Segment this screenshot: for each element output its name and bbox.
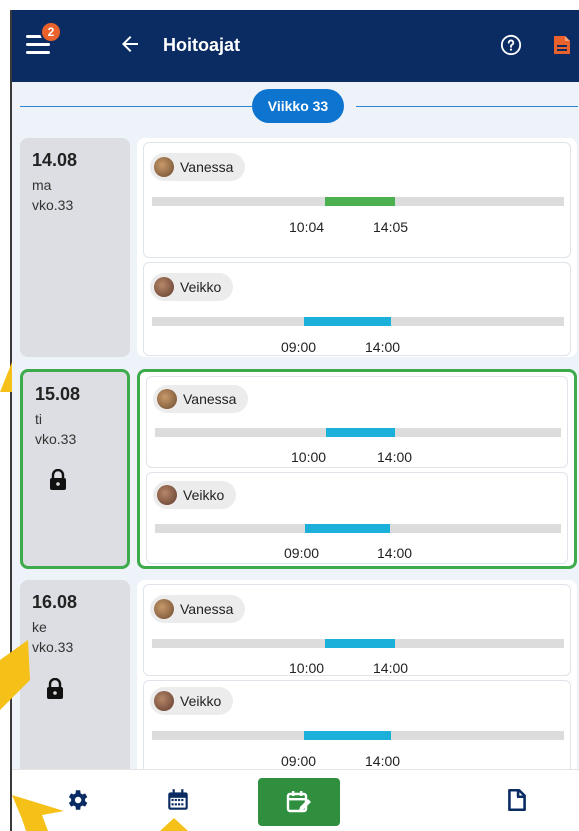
app-frame: 2 Hoitoajat Viikko 33 14.08 ma vko.33 Va…: [10, 10, 579, 831]
end-time: 14:00: [373, 660, 409, 676]
person-chip[interactable]: Veikko: [150, 687, 234, 715]
end-time: 14:00: [365, 339, 401, 355]
person-chip[interactable]: Vanessa: [153, 385, 249, 413]
day-week: vko.33: [35, 431, 77, 447]
person-name: Vanessa: [180, 601, 234, 617]
back-arrow-icon[interactable]: [118, 32, 142, 56]
document-icon[interactable]: [552, 34, 572, 56]
time-track: [152, 317, 564, 326]
day-column-1408[interactable]: 14.08 ma vko.33: [20, 138, 130, 357]
day-column-1608[interactable]: 16.08 ke vko.33: [20, 580, 130, 780]
end-time: 14:05: [373, 219, 409, 235]
week-divider-right: [356, 106, 578, 107]
time-track: [152, 639, 564, 648]
care-entry[interactable]: Veikko 09:00 14:00: [143, 262, 571, 356]
start-time: 10:00: [291, 449, 327, 465]
day-column-1508[interactable]: 15.08 ti vko.33: [20, 369, 130, 569]
time-bar: [325, 639, 396, 648]
day-date: 16.08: [32, 592, 78, 612]
highlight-arrow-icon: [0, 640, 30, 710]
care-entry[interactable]: Vanessa 10:00 14:00: [143, 584, 571, 676]
care-entry[interactable]: Vanessa 10:00 14:00: [146, 376, 568, 468]
time-track: [152, 197, 564, 206]
day-week: vko.33: [32, 639, 74, 655]
person-chip[interactable]: Vanessa: [150, 595, 246, 623]
time-bar: [304, 731, 391, 740]
avatar: [154, 599, 174, 619]
document-icon[interactable]: [504, 787, 530, 813]
highlight-arrow-icon: [160, 818, 188, 831]
week-divider-left: [20, 106, 252, 107]
person-name: Vanessa: [180, 159, 234, 175]
person-name: Veikko: [180, 279, 222, 295]
time-bar: [325, 197, 396, 206]
care-entry[interactable]: Vanessa 10:04 14:05: [143, 142, 571, 258]
start-time: 10:00: [289, 660, 325, 676]
person-chip[interactable]: Veikko: [153, 481, 237, 509]
person-name: Veikko: [180, 693, 222, 709]
person-name: Veikko: [183, 487, 225, 503]
end-time: 14:00: [377, 449, 413, 465]
lock-icon: [50, 469, 66, 490]
avatar: [154, 691, 174, 711]
highlight-arrow-icon: [0, 362, 12, 392]
week-pill[interactable]: Viikko 33: [252, 89, 344, 123]
start-time: 10:04: [289, 219, 325, 235]
nav-active-tab[interactable]: [258, 778, 340, 826]
app-bar: 2 Hoitoajat: [12, 10, 579, 82]
time-track: [152, 731, 564, 740]
time-bar: [304, 317, 391, 326]
person-chip[interactable]: Vanessa: [150, 153, 246, 181]
end-time: 14:00: [365, 753, 401, 769]
calendar-icon[interactable]: [165, 787, 191, 813]
time-bar: [305, 524, 391, 533]
avatar: [154, 277, 174, 297]
bottom-navigation: [12, 769, 579, 831]
person-chip[interactable]: Veikko: [150, 273, 234, 301]
start-time: 09:00: [284, 545, 320, 561]
highlight-arrow-icon: [12, 795, 64, 831]
care-entry[interactable]: Veikko 09:00 14:00: [143, 680, 571, 776]
time-track: [155, 428, 561, 437]
page-title: Hoitoajat: [163, 35, 241, 55]
person-name: Vanessa: [183, 391, 237, 407]
start-time: 09:00: [281, 339, 317, 355]
time-track: [155, 524, 561, 533]
start-time: 09:00: [281, 753, 317, 769]
help-icon[interactable]: [500, 34, 522, 56]
avatar: [154, 157, 174, 177]
avatar: [157, 389, 177, 409]
avatar: [157, 485, 177, 505]
lock-icon: [47, 678, 63, 699]
day-entries-1508: Vanessa 10:00 14:00 Veikko 09:00 14:00: [137, 369, 577, 569]
end-time: 14:00: [377, 545, 413, 561]
notification-badge: 2: [40, 21, 62, 43]
day-date: 15.08: [35, 384, 81, 404]
day-entries-1408: Vanessa 10:04 14:05 Veikko 09:00 14:00: [137, 138, 577, 357]
day-weekday: ma: [32, 177, 52, 193]
day-week: vko.33: [32, 197, 74, 213]
settings-icon[interactable]: [64, 787, 90, 813]
edit-calendar-icon: [286, 791, 311, 813]
care-entry[interactable]: Veikko 09:00 14:00: [146, 472, 568, 564]
time-bar: [325, 428, 395, 437]
day-entries-1608: Vanessa 10:00 14:00 Veikko 09:00 14:00: [137, 580, 577, 780]
day-weekday: ti: [35, 411, 42, 427]
day-weekday: ke: [32, 619, 47, 635]
day-date: 14.08: [32, 150, 78, 170]
